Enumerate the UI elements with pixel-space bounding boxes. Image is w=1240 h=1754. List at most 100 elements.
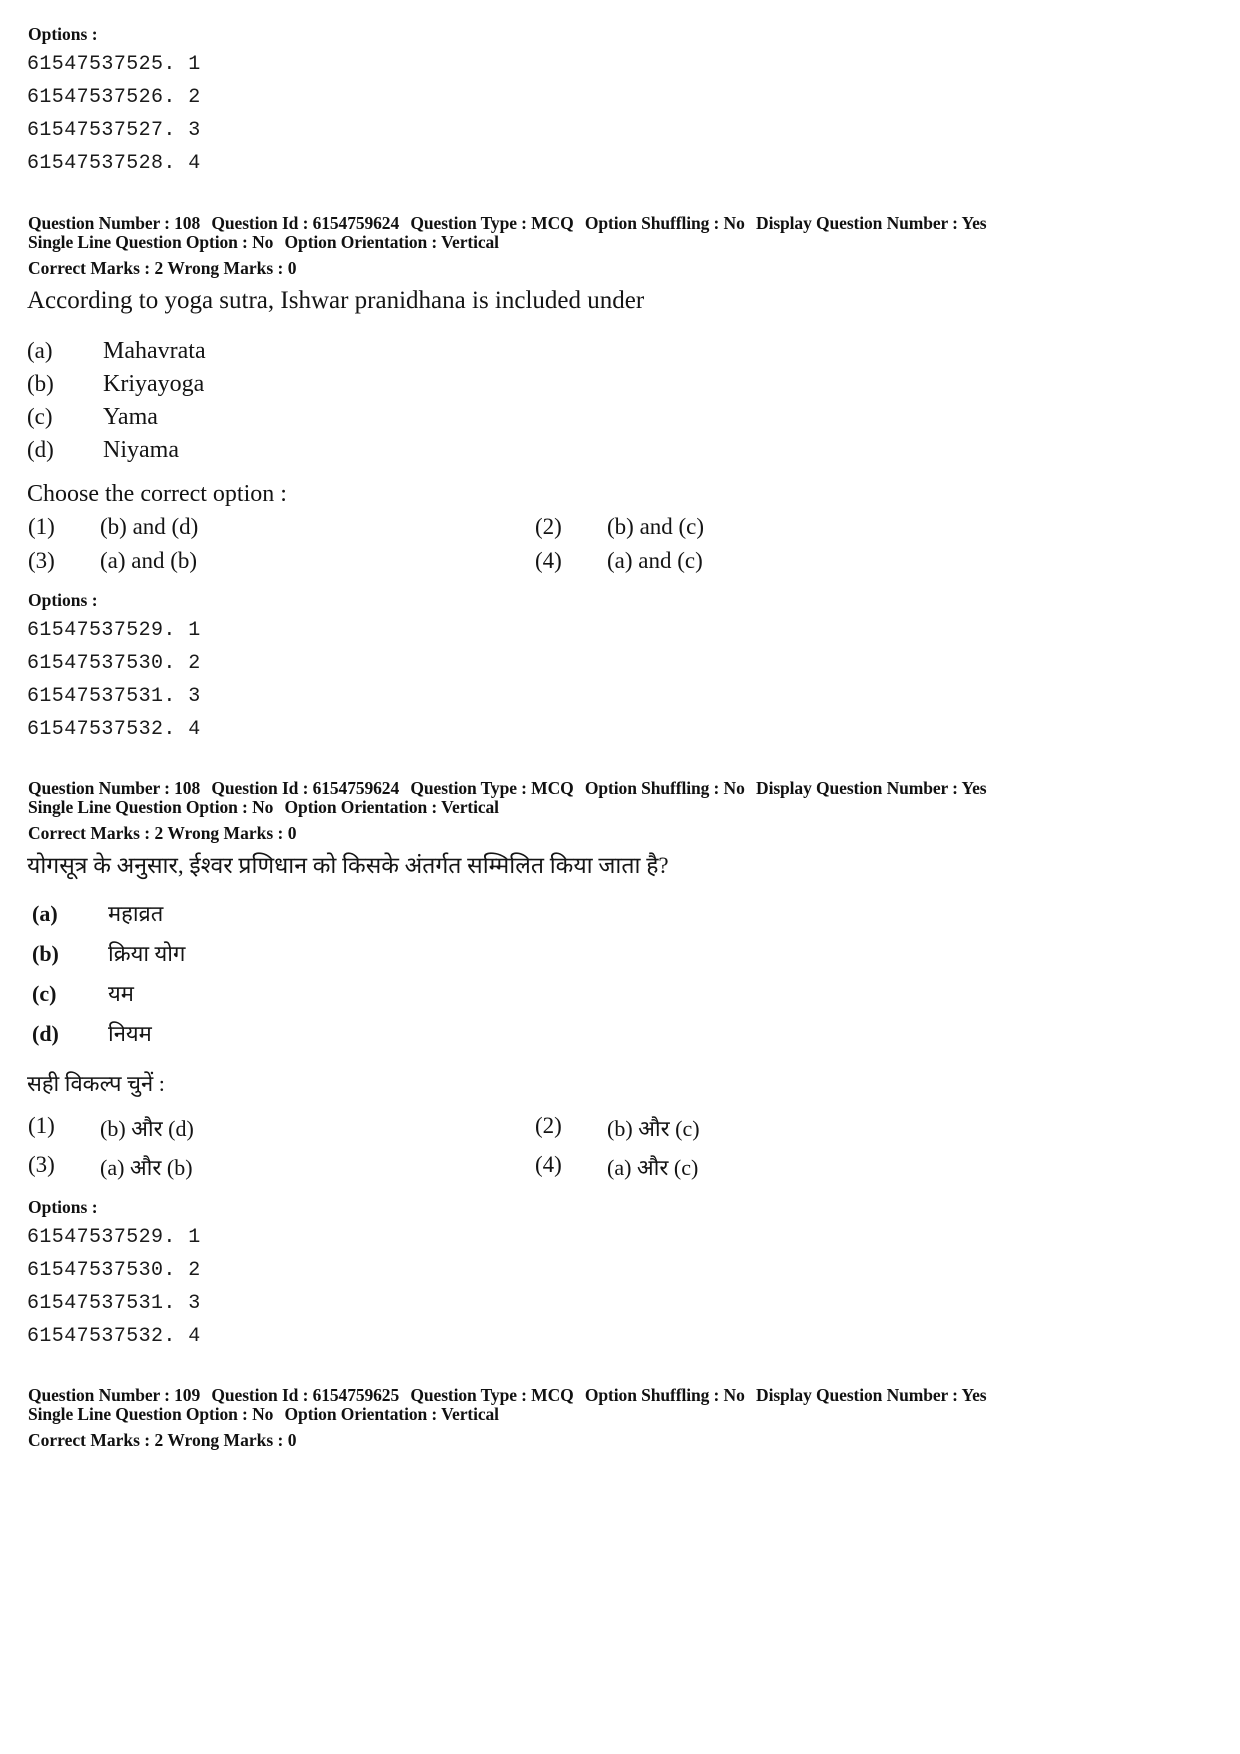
choice-row: (3) (a) और (b) (4) (a) और (c): [28, 1152, 1208, 1182]
choice-number: (1): [28, 514, 55, 539]
option-id: 61547537530. 2: [27, 652, 201, 675]
display-question-number-label: Display Question Number :: [756, 213, 958, 233]
wrong-marks-value: 0: [287, 258, 297, 278]
choice-option[interactable]: (2) (b) और (c): [535, 1113, 700, 1143]
question-type-value: MCQ: [531, 778, 574, 798]
option-id: 61547537528. 4: [27, 152, 201, 175]
statement-item: (a) Mahavrata: [27, 337, 206, 365]
correct-marks-value: 2: [154, 823, 164, 843]
statement-text: महाव्रत: [108, 901, 164, 926]
choice-number: (2): [535, 514, 562, 539]
option-orientation-label: Option Orientation :: [284, 232, 438, 252]
choice-option[interactable]: (4) (a) and (c): [535, 548, 703, 574]
question-meta-line-2: Single Line Question Option : No Option …: [28, 231, 499, 254]
display-question-number-value: Yes: [961, 1385, 987, 1405]
statement-item: (a) महाव्रत: [32, 900, 163, 928]
statement-text: Kriyayoga: [103, 371, 205, 397]
statement-text: Mahavrata: [103, 338, 206, 364]
statement-item: (d) Niyama: [27, 436, 179, 464]
question-number-value: 108: [174, 778, 201, 798]
option-orientation-value: Vertical: [441, 797, 499, 817]
statement-item: (d) नियम: [32, 1020, 152, 1048]
correct-marks-label: Correct Marks :: [28, 258, 151, 278]
choice-option[interactable]: (2) (b) and (c): [535, 514, 704, 540]
statement-label: (c): [27, 404, 53, 429]
choice-number: (3): [28, 1152, 55, 1177]
choice-option[interactable]: (1) (b) और (d): [28, 1113, 535, 1143]
choice-option[interactable]: (3) (a) और (b): [28, 1152, 535, 1182]
choice-text: (b) and (c): [607, 514, 705, 539]
option-id: 61547537532. 4: [27, 718, 201, 741]
choice-number: (3): [28, 548, 55, 573]
option-shuffling-value: No: [723, 778, 745, 798]
question-id-value: 6154759625: [312, 1385, 400, 1405]
statement-label: (d): [32, 1021, 59, 1046]
choice-number: (1): [28, 1113, 55, 1138]
correct-marks-label: Correct Marks :: [28, 1430, 151, 1450]
question-number-value: 109: [174, 1385, 201, 1405]
question-type-label: Question Type :: [410, 778, 527, 798]
wrong-marks-label: Wrong Marks :: [167, 1430, 284, 1450]
wrong-marks-value: 0: [287, 823, 297, 843]
marks-line: Correct Marks : 2 Wrong Marks : 0: [28, 257, 296, 280]
statement-text: नियम: [108, 1021, 152, 1046]
single-line-option-value: No: [252, 797, 274, 817]
single-line-option-value: No: [252, 232, 274, 252]
statement-label: (b): [32, 941, 59, 966]
option-orientation-value: Vertical: [441, 1404, 499, 1424]
question-text: According to yoga sutra, Ishwar pranidha…: [27, 287, 645, 314]
option-orientation-value: Vertical: [441, 232, 499, 252]
display-question-number-label: Display Question Number :: [756, 1385, 958, 1405]
choice-text: (b) और (c): [607, 1116, 700, 1141]
statement-label: (a): [27, 338, 53, 363]
display-question-number-label: Display Question Number :: [756, 778, 958, 798]
correct-marks-label: Correct Marks :: [28, 823, 151, 843]
display-question-number-value: Yes: [961, 778, 987, 798]
question-number-label: Question Number :: [28, 213, 170, 233]
question-type-value: MCQ: [531, 213, 574, 233]
option-id: 61547537527. 3: [27, 119, 201, 142]
question-id-value: 6154759624: [312, 778, 400, 798]
statement-label: (c): [32, 981, 57, 1006]
choice-option[interactable]: (4) (a) और (c): [535, 1152, 698, 1182]
statement-item: (c) Yama: [27, 403, 158, 431]
choice-option[interactable]: (1) (b) and (d): [28, 514, 535, 540]
wrong-marks-label: Wrong Marks :: [167, 823, 284, 843]
question-id-label: Question Id :: [211, 778, 309, 798]
choice-text: (a) and (c): [607, 548, 703, 573]
option-id: 61547537526. 2: [27, 86, 201, 109]
single-line-option-label: Single Line Question Option :: [28, 797, 248, 817]
question-id-label: Question Id :: [211, 213, 309, 233]
statement-text: Yama: [103, 404, 158, 430]
statement-label: (a): [32, 901, 58, 926]
option-shuffling-value: No: [723, 1385, 745, 1405]
options-heading: Options :: [28, 590, 98, 610]
option-shuffling-label: Option Shuffling :: [584, 213, 720, 233]
question-meta-line-2: Single Line Question Option : No Option …: [28, 1403, 499, 1426]
option-id: 61547537531. 3: [27, 1292, 201, 1315]
single-line-option-label: Single Line Question Option :: [28, 1404, 248, 1424]
choice-row: (1) (b) and (d) (2) (b) and (c): [28, 514, 1208, 540]
choice-text: (b) और (d): [100, 1116, 194, 1141]
statement-label: (d): [27, 437, 54, 462]
choice-text: (b) and (d): [100, 514, 199, 539]
choice-option[interactable]: (3) (a) and (b): [28, 548, 535, 574]
question-id-value: 6154759624: [312, 213, 400, 233]
option-orientation-label: Option Orientation :: [284, 1404, 438, 1424]
wrong-marks-value: 0: [287, 1430, 297, 1450]
choose-correct-option-label: सही विकल्प चुनें :: [27, 1071, 165, 1096]
choice-number: (4): [535, 548, 562, 573]
option-id: 61547537525. 1: [27, 53, 201, 76]
choice-text: (a) और (b): [100, 1155, 193, 1180]
option-id: 61547537529. 1: [27, 619, 201, 642]
option-id: 61547537532. 4: [27, 1325, 201, 1348]
statement-text: क्रिया योग: [108, 941, 186, 966]
choice-text: (a) और (c): [607, 1155, 699, 1180]
single-line-option-value: No: [252, 1404, 274, 1424]
choice-number: (2): [535, 1113, 562, 1138]
option-shuffling-label: Option Shuffling :: [584, 1385, 720, 1405]
question-number-value: 108: [174, 213, 201, 233]
question-type-label: Question Type :: [410, 1385, 527, 1405]
option-orientation-label: Option Orientation :: [284, 797, 438, 817]
marks-line: Correct Marks : 2 Wrong Marks : 0: [28, 1429, 296, 1452]
